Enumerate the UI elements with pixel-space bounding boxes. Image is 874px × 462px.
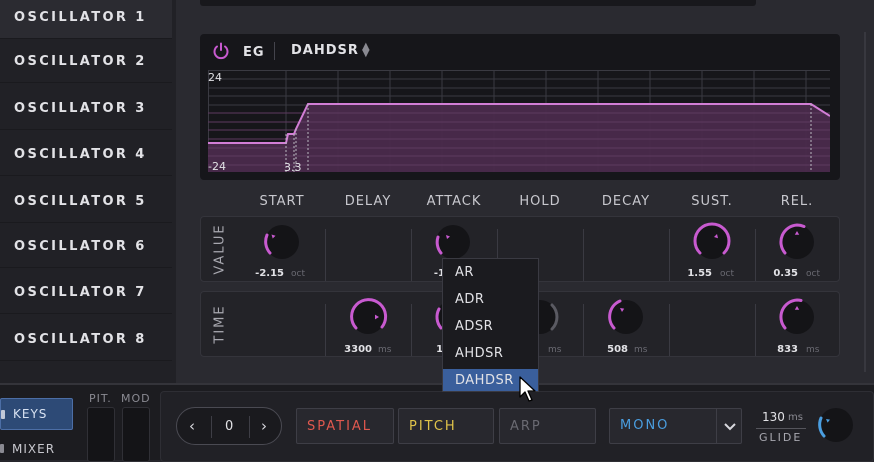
octave-stepper[interactable]: ‹ 0 › bbox=[176, 407, 282, 445]
attack-value-readout: -1 bbox=[433, 268, 445, 279]
oscillator-7-tab[interactable]: OSCILLATOR 7 bbox=[0, 272, 172, 314]
divider bbox=[669, 304, 670, 356]
decay-time-unit: ms bbox=[634, 345, 648, 355]
select-separator bbox=[716, 409, 717, 443]
pitch-wheel-label: PIT. bbox=[89, 392, 112, 405]
release-time-knob[interactable] bbox=[775, 295, 819, 339]
envelope-header: EG DAHDSR ▲ ▼ bbox=[200, 34, 840, 68]
option-ahdsr[interactable]: AHDSR bbox=[443, 342, 538, 364]
keys-button[interactable]: KEYS bbox=[0, 398, 73, 430]
col-sustain: SUST. bbox=[691, 194, 733, 209]
col-start: START bbox=[259, 194, 305, 209]
glide-divider bbox=[756, 428, 806, 429]
col-delay: DELAY bbox=[344, 194, 392, 209]
divider bbox=[325, 229, 326, 281]
release-value-knob[interactable] bbox=[775, 220, 819, 264]
col-hold: HOLD bbox=[519, 194, 561, 209]
sustain-value-unit: oct bbox=[720, 269, 734, 279]
envelope-graph[interactable] bbox=[208, 70, 830, 172]
glide-knob[interactable] bbox=[814, 403, 858, 447]
sustain-value-knob[interactable] bbox=[690, 220, 734, 264]
voice-mode-value: MONO bbox=[620, 418, 670, 433]
glide-label: GLIDE bbox=[759, 431, 803, 444]
envelope-mode-dropdown: AR ADR ADSR AHDSR DAHDSR bbox=[442, 258, 539, 392]
header-separator bbox=[274, 42, 275, 60]
start-value-unit: oct bbox=[291, 269, 305, 279]
oscillator-4-tab[interactable]: OSCILLATOR 4 bbox=[0, 134, 172, 176]
hold-time-unit: ms bbox=[548, 345, 562, 355]
oscillator-1-tab[interactable]: OSCILLATOR 1 bbox=[0, 0, 172, 39]
option-adr[interactable]: ADR bbox=[443, 288, 538, 310]
col-release: REL. bbox=[780, 194, 814, 209]
col-decay: DECAY bbox=[601, 194, 651, 209]
y-max-label: 24 bbox=[208, 71, 222, 84]
oscillator-8-tab[interactable]: OSCILLATOR 8 bbox=[0, 319, 172, 361]
stepper-separator bbox=[249, 416, 250, 438]
arp-button[interactable]: ARP bbox=[499, 408, 596, 444]
eg-label: EG bbox=[243, 45, 265, 60]
mixer-button[interactable]: MIXER bbox=[0, 435, 73, 462]
pitch-wheel[interactable] bbox=[87, 407, 115, 462]
marker-label: 3.3 bbox=[284, 161, 302, 174]
mod-wheel-label: MOD bbox=[121, 392, 151, 405]
option-ar[interactable]: AR bbox=[443, 261, 538, 283]
stepper-separator bbox=[211, 416, 212, 438]
col-attack: ATTACK bbox=[426, 194, 482, 209]
delay-time-knob[interactable] bbox=[346, 295, 390, 339]
envelope-mode-select[interactable]: DAHDSR bbox=[291, 43, 359, 58]
start-value-readout: -2.15 bbox=[255, 268, 284, 279]
envelope-panel: EG DAHDSR ▲ ▼ 24 -24 3.3 bbox=[200, 34, 840, 180]
oscillator-2-tab[interactable]: OSCILLATOR 2 bbox=[0, 41, 172, 83]
spatial-button[interactable]: SPATIAL bbox=[296, 408, 394, 444]
chevron-down-icon bbox=[724, 423, 736, 431]
chevron-right-icon[interactable]: › bbox=[261, 417, 267, 435]
option-adsr[interactable]: ADSR bbox=[443, 315, 538, 337]
release-value-readout: 0.35 bbox=[773, 268, 798, 279]
glide-value: 130 bbox=[762, 410, 785, 424]
top-display-bar bbox=[200, 0, 756, 6]
y-min-label: -24 bbox=[208, 160, 226, 173]
mixer-icon bbox=[0, 444, 4, 453]
chevron-left-icon[interactable]: ‹ bbox=[189, 417, 195, 435]
oscillator-6-tab[interactable]: OSCILLATOR 6 bbox=[0, 226, 172, 268]
mouse-cursor-icon bbox=[519, 376, 536, 402]
oscillator-sidebar: OSCILLATOR 1 OSCILLATOR 2 OSCILLATOR 3 O… bbox=[0, 0, 176, 383]
delay-time-unit: ms bbox=[378, 345, 392, 355]
pitch-button[interactable]: PITCH bbox=[398, 408, 494, 444]
oscillator-5-tab[interactable]: OSCILLATOR 5 bbox=[0, 181, 172, 223]
keys-icon bbox=[1, 410, 5, 419]
updown-chevron-icon[interactable]: ▲ ▼ bbox=[362, 42, 370, 59]
delay-time-readout: 3300 bbox=[344, 344, 372, 355]
sustain-value-readout: 1.55 bbox=[687, 268, 712, 279]
decay-time-readout: 508 bbox=[607, 344, 628, 355]
octave-value: 0 bbox=[225, 419, 234, 434]
oscillator-3-tab[interactable]: OSCILLATOR 3 bbox=[0, 88, 172, 130]
glide-unit: ms bbox=[788, 412, 803, 423]
mod-wheel[interactable] bbox=[122, 407, 150, 462]
power-icon[interactable] bbox=[212, 42, 230, 60]
release-time-unit: ms bbox=[806, 345, 820, 355]
decay-time-knob[interactable] bbox=[604, 295, 648, 339]
panel-divider bbox=[864, 32, 866, 372]
voice-mode-select[interactable]: MONO bbox=[609, 408, 742, 444]
release-value-unit: oct bbox=[806, 269, 820, 279]
start-value-knob[interactable] bbox=[260, 220, 304, 264]
divider bbox=[583, 229, 584, 281]
release-time-readout: 833 bbox=[777, 344, 798, 355]
time-row-label: TIME bbox=[212, 304, 228, 344]
